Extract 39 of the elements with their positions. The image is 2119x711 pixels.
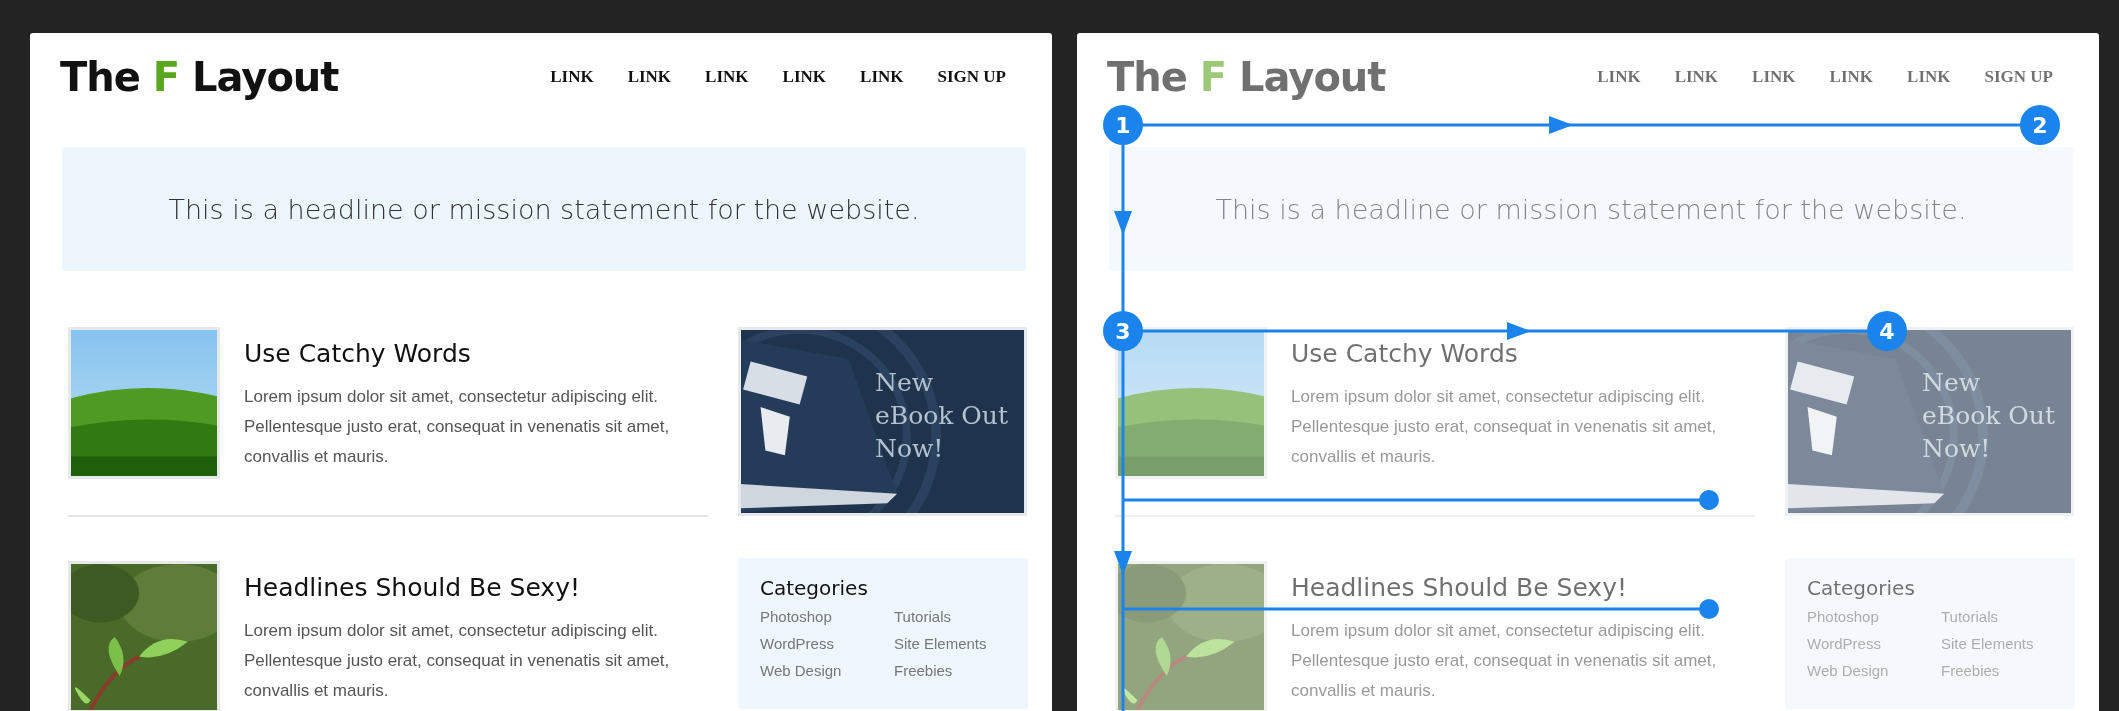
ad-text: New eBook Out Now! [875, 367, 1009, 465]
article-title: Use Catchy Words [1291, 339, 1519, 368]
nav-link[interactable]: LINK [1829, 67, 1874, 87]
article-text: Lorem ipsum dolor sit amet, consectetur adipiscing elit. Pellentesque justo erat, consequat in venenatis sit amet, convallis et mauris. [1291, 620, 1718, 702]
category-link[interactable]: Web Design [760, 662, 894, 679]
category-link[interactable]: WordPress [760, 635, 894, 652]
article-text: Lorem ipsum dolor sit amet, consectetur adipiscing elit. Pellentesque justo erat, consequat in venenatis sit amet, convallis et mauris. [1291, 386, 1718, 468]
article-title: Headlines Should Be Sexy! [244, 573, 581, 602]
ad-text: New eBook Out Now! [1922, 367, 2056, 465]
nav-link[interactable]: LINK [782, 67, 827, 87]
category-link[interactable]: Tutorials [894, 608, 1006, 625]
nav-link[interactable]: LINK [1674, 67, 1719, 87]
step-marker: 2 [2020, 105, 2060, 145]
headline-text: This is a headline or mission statement for the website. [1215, 193, 1967, 225]
step-marker: 4 [1867, 311, 1907, 351]
step-marker: 1 [1103, 105, 1143, 145]
nav-link[interactable]: SIGN UP [937, 67, 1006, 87]
categories-title: Categories [760, 576, 869, 600]
site-logo: The F Layout [60, 54, 339, 100]
article-title: Use Catchy Words [244, 339, 472, 368]
categories-title: Categories [1807, 576, 1916, 600]
nav-link[interactable]: LINK [1752, 67, 1796, 87]
nav-link[interactable]: SIGN UP [1984, 67, 2053, 87]
nav-link[interactable]: LINK [1597, 67, 1641, 87]
ad-banner[interactable]: New eBook Out Now! [738, 327, 1027, 516]
headline-text: This is a headline or mission statement for the website. [168, 193, 920, 225]
article-text: Lorem ipsum dolor sit amet, consectetur adipiscing elit. Pellentesque justo erat, consequat in venenatis sit amet, convallis et mauris. [244, 386, 671, 468]
nav-link[interactable]: LINK [860, 67, 904, 87]
category-link[interactable]: Photoshop [760, 608, 894, 625]
category-link[interactable]: Site Elements [894, 635, 1006, 652]
article-text: Lorem ipsum dolor sit amet, consectetur adipiscing elit. Pellentesque justo erat, consequat in venenatis sit amet, convallis et mauris. [244, 620, 671, 702]
article-title: Headlines Should Be Sexy! [1291, 573, 1628, 602]
step-marker: 3 [1103, 311, 1143, 351]
nav-link[interactable]: LINK [705, 67, 749, 87]
nav-link[interactable]: LINK [627, 67, 672, 87]
site-logo: The F Layout [1107, 54, 1386, 100]
nav-link[interactable]: LINK [550, 67, 594, 87]
nav-link[interactable]: LINK [1907, 67, 1951, 87]
category-link[interactable]: Freebies [894, 662, 1006, 679]
